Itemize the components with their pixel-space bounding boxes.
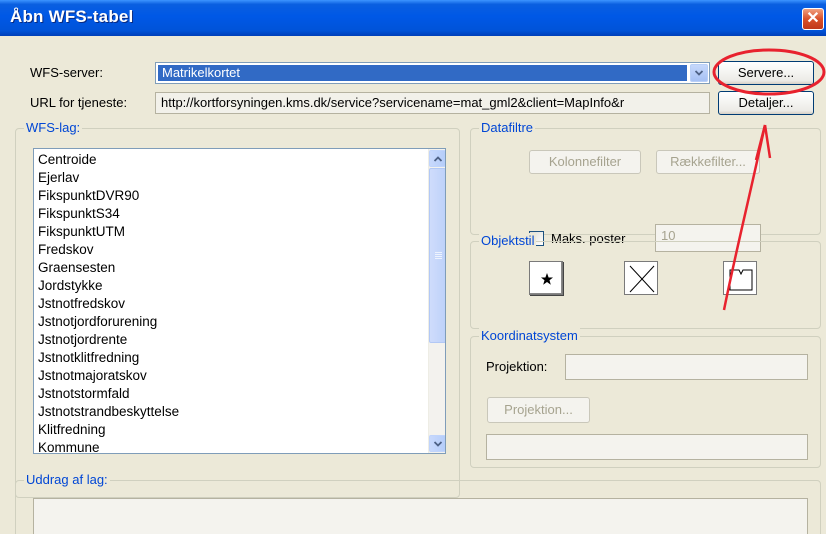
layer-extract-legend: Uddrag af lag:: [24, 472, 110, 487]
dialog-body: WFS-server: Matrikelkortet Servere... UR…: [0, 36, 826, 534]
wfs-server-select[interactable]: Matrikelkortet: [155, 62, 710, 84]
data-filters-group: Datafiltre: [470, 120, 821, 235]
layer-list-item[interactable]: Fredskov: [38, 241, 179, 259]
layer-list-item[interactable]: Jstnotmajoratskov: [38, 367, 179, 385]
wfs-server-label: WFS-server:: [30, 65, 103, 80]
close-button[interactable]: ✕: [802, 8, 824, 30]
layer-list-item[interactable]: Klitfredning: [38, 421, 179, 439]
line-style-button[interactable]: [624, 261, 658, 295]
chevron-down-icon: [434, 441, 442, 447]
scroll-down-button[interactable]: [429, 435, 445, 452]
projection-button[interactable]: Projektion...: [487, 397, 590, 423]
star-symbol-icon: [541, 273, 553, 285]
layer-list-item[interactable]: Jstnotfredskov: [38, 295, 179, 313]
layer-list-item[interactable]: Jstnotklitfredning: [38, 349, 179, 367]
layer-list-item[interactable]: FikspunktDVR90: [38, 187, 179, 205]
layer-list-item[interactable]: Jordstykke: [38, 277, 179, 295]
url-field[interactable]: http://kortforsyningen.kms.dk/service?se…: [155, 92, 710, 114]
layer-list-item[interactable]: FikspunktUTM: [38, 223, 179, 241]
url-label: URL for tjeneste:: [30, 95, 128, 110]
cross-line-icon: [629, 265, 655, 293]
scroll-thumb[interactable]: [429, 168, 445, 343]
layer-list-item[interactable]: Kommune: [38, 439, 179, 453]
layer-list-item[interactable]: Jstnotjordrente: [38, 331, 179, 349]
chevron-down-icon: [695, 70, 703, 76]
details-button[interactable]: Detaljer...: [718, 91, 814, 115]
layer-list-item[interactable]: FikspunktS34: [38, 205, 179, 223]
layer-list-item[interactable]: Centroide: [38, 151, 179, 169]
layer-extract-field[interactable]: [33, 498, 808, 534]
layers-scrollbar[interactable]: [428, 149, 445, 453]
column-filter-button[interactable]: Kolonnefilter: [529, 150, 641, 174]
window-title: Åbn WFS-tabel: [10, 7, 134, 26]
wfs-layers-list[interactable]: Centroide Ejerlav FikspunktDVR90 FikspunktS…: [33, 148, 446, 454]
title-bar: Åbn WFS-tabel ✕: [0, 0, 826, 36]
wfs-layers-legend: WFS-lag:: [24, 120, 83, 135]
dropdown-arrow-button[interactable]: [690, 64, 708, 82]
wfs-server-selected: Matrikelkortet: [158, 65, 687, 81]
chevron-up-icon: [434, 156, 442, 162]
coordinate-system-legend: Koordinatsystem: [479, 328, 580, 343]
scroll-up-button[interactable]: [429, 150, 445, 167]
region-style-button[interactable]: [723, 261, 757, 295]
servers-button[interactable]: Servere...: [718, 61, 814, 85]
layer-list-item[interactable]: Graensesten: [38, 259, 179, 277]
layer-list-item[interactable]: Jstnotstrandbeskyttelse: [38, 403, 179, 421]
layer-list-item[interactable]: Jstnotjordforurening: [38, 313, 179, 331]
row-filter-button[interactable]: Rækkefilter...: [656, 150, 760, 174]
layer-list-item[interactable]: Ejerlav: [38, 169, 179, 187]
projection-field[interactable]: [565, 354, 808, 380]
symbol-style-button[interactable]: [529, 261, 563, 295]
object-style-legend: Objektstil: [479, 233, 537, 248]
projection-label: Projektion:: [486, 359, 548, 374]
data-filters-legend: Datafiltre: [479, 120, 536, 135]
projection-name-field[interactable]: [486, 434, 808, 460]
region-shape-icon: [729, 269, 753, 291]
layer-list-item[interactable]: Jstnotstormfald: [38, 385, 179, 403]
